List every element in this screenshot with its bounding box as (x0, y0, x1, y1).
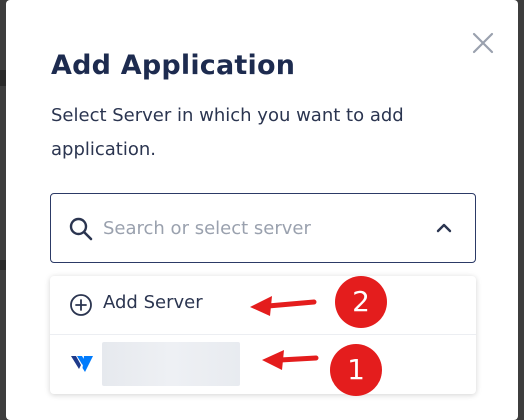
annotation-arrow (246, 292, 318, 320)
search-icon (68, 216, 94, 242)
annotation-badge: 2 (335, 276, 387, 328)
modal-title: Add Application (51, 50, 296, 81)
close-icon (472, 32, 494, 54)
close-button[interactable] (470, 30, 496, 56)
vultr-logo-icon (71, 355, 93, 373)
plus-circle-icon (69, 293, 93, 317)
add-server-label: Add Server (103, 292, 203, 313)
search-input[interactable] (103, 212, 403, 244)
server-select[interactable] (50, 193, 476, 263)
modal-subtitle: Select Server in which you want to add a… (51, 105, 404, 160)
server-name-redacted (102, 342, 240, 386)
annotation-badge: 1 (330, 344, 382, 396)
annotation-arrow (258, 346, 320, 374)
chevron-up-icon[interactable] (434, 218, 454, 238)
